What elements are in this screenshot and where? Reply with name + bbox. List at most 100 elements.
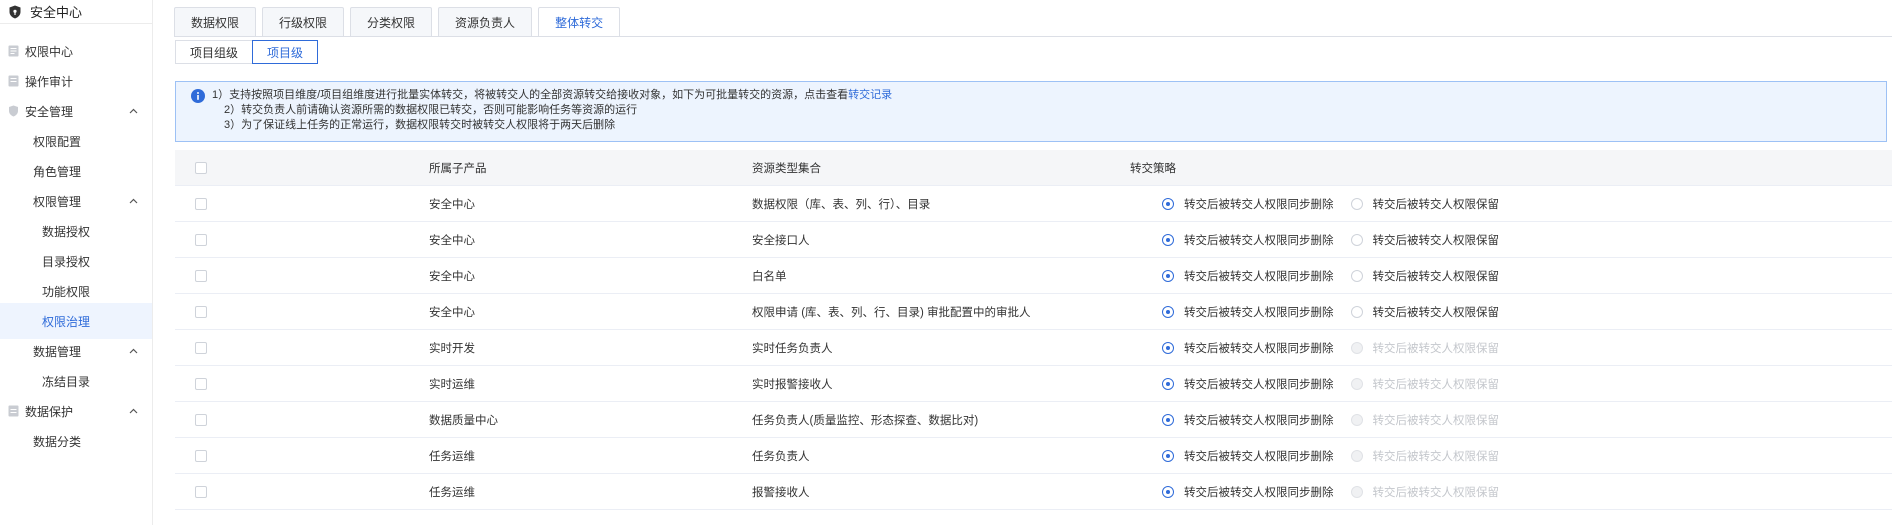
cell-resource: 白名单 xyxy=(752,270,787,283)
header-product: 所属子产品 xyxy=(429,162,487,175)
radio-label: 转交后被转交人权限同步删除 xyxy=(1184,234,1334,247)
row-checkbox[interactable] xyxy=(195,377,207,390)
header-policy: 转交策略 xyxy=(1130,162,1176,175)
radio-dot[interactable] xyxy=(1162,341,1174,354)
radio-keep: 转交后被转交人权限保留 xyxy=(1350,340,1500,356)
radio-dot[interactable] xyxy=(1162,305,1174,318)
radio-dot xyxy=(1350,377,1363,390)
policy-radio-group: 转交后被转交人权限同步删除 转交后被转交人权限保留 xyxy=(1162,232,1516,248)
tab-4[interactable]: 整体转交 xyxy=(538,7,621,37)
radio-dot[interactable] xyxy=(1350,197,1363,210)
radio-delete[interactable]: 转交后被转交人权限同步删除 xyxy=(1162,268,1334,284)
cell-resource: 权限申请 (库、表、列、行、目录) 审批配置中的审批人 xyxy=(752,306,1031,319)
security-logo-icon xyxy=(8,5,22,19)
radio-keep[interactable]: 转交后被转交人权限保留 xyxy=(1350,196,1499,212)
radio-dot xyxy=(1350,341,1363,354)
radio-delete[interactable]: 转交后被转交人权限同步删除 xyxy=(1162,340,1334,356)
radio-dot[interactable] xyxy=(1162,377,1174,390)
cell-product: 任务运维 xyxy=(429,450,475,463)
chevron-up-icon[interactable] xyxy=(128,106,138,116)
radio-label: 转交后被转交人权限保留 xyxy=(1372,270,1500,283)
radio-dot[interactable] xyxy=(1162,413,1174,426)
chevron-up-icon[interactable] xyxy=(128,196,138,206)
radio-dot[interactable] xyxy=(1162,449,1174,462)
sidebar-item-label: 数据管理 xyxy=(33,344,82,359)
sidebar-item-label: 权限治理 xyxy=(42,314,91,329)
sidebar-item-label: 冻结目录 xyxy=(42,374,91,389)
sidebar-item-label: 权限中心 xyxy=(25,44,74,59)
radio-delete[interactable]: 转交后被转交人权限同步删除 xyxy=(1162,304,1334,320)
cell-product: 安全中心 xyxy=(429,306,475,319)
radio-dot xyxy=(1350,485,1363,498)
radio-keep[interactable]: 转交后被转交人权限保留 xyxy=(1350,304,1500,320)
tab-2[interactable]: 分类权限 xyxy=(350,7,433,37)
radio-dot[interactable] xyxy=(1350,305,1363,318)
radio-keep[interactable]: 转交后被转交人权限保留 xyxy=(1350,232,1500,248)
radio-label: 转交后被转交人权限同步删除 xyxy=(1184,378,1334,391)
cell-product: 任务运维 xyxy=(429,486,475,499)
alert-line-1: 1）支持按照项目维度/项目组维度进行批量实体转交，将被转交人的全部资源转交给接收… xyxy=(212,89,893,101)
cell-resource: 任务负责人 xyxy=(752,450,810,463)
sidebar-header: 安全中心 xyxy=(0,0,152,24)
row-checkbox[interactable] xyxy=(195,305,207,318)
cell-product: 安全中心 xyxy=(429,234,475,247)
table-row: 安全中心 数据权限（库、表、列、行）、目录 转交后被转交人权限同步删除 转交后被转交人… xyxy=(175,186,1892,222)
policy-radio-group: 转交后被转交人权限同步删除 转交后被转交人权限保留 xyxy=(1162,412,1516,428)
transfer-record-link[interactable]: 转交记录 xyxy=(848,89,892,101)
cell-product: 安全中心 xyxy=(429,198,475,211)
permission-doc-icon xyxy=(7,45,19,57)
radio-label: 转交后被转交人权限保留 xyxy=(1372,414,1500,427)
radio-label: 转交后被转交人权限同步删除 xyxy=(1184,198,1334,211)
shield-icon xyxy=(7,105,19,117)
table-row: 任务运维 报警接收人 转交后被转交人权限同步删除 转交后被转交人权限保留 xyxy=(175,474,1892,510)
sidebar-title: 安全中心 xyxy=(30,5,83,20)
row-checkbox[interactable] xyxy=(195,269,207,282)
row-checkbox[interactable] xyxy=(195,197,207,210)
radio-label: 转交后被转交人权限保留 xyxy=(1372,378,1500,391)
radio-label: 转交后被转交人权限保留 xyxy=(1372,342,1500,355)
tab-bar: 数据权限 行级权限 分类权限 资源负责人 整体转交 xyxy=(174,7,626,37)
radio-delete[interactable]: 转交后被转交人权限同步删除 xyxy=(1162,232,1334,248)
sidebar-item-label: 数据保护 xyxy=(25,404,74,419)
segment-project[interactable]: 项目级 xyxy=(252,40,319,64)
sidebar-item-label: 权限配置 xyxy=(33,134,82,149)
table-row: 数据质量中心 任务负责人(质量监控、形态探查、数据比对) 转交后被转交人权限同步删除… xyxy=(175,402,1892,438)
radio-delete[interactable]: 转交后被转交人权限同步删除 xyxy=(1162,412,1334,428)
row-checkbox[interactable] xyxy=(195,449,207,462)
radio-label: 转交后被转交人权限保留 xyxy=(1372,234,1500,247)
select-all-checkbox[interactable] xyxy=(195,161,207,174)
radio-keep[interactable]: 转交后被转交人权限保留 xyxy=(1350,268,1500,284)
radio-label: 转交后被转交人权限保留 xyxy=(1372,306,1500,319)
radio-dot[interactable] xyxy=(1350,233,1363,246)
table-row: 任务运维 任务负责人 转交后被转交人权限同步删除 转交后被转交人权限保留 xyxy=(175,438,1892,474)
sidebar-item-label: 操作审计 xyxy=(25,74,74,89)
radio-delete[interactable]: 转交后被转交人权限同步删除 xyxy=(1162,196,1334,212)
radio-delete[interactable]: 转交后被转交人权限同步删除 xyxy=(1162,376,1334,392)
tab-1[interactable]: 行级权限 xyxy=(262,7,345,37)
tab-0[interactable]: 数据权限 xyxy=(174,7,257,37)
policy-radio-group: 转交后被转交人权限同步删除 转交后被转交人权限保留 xyxy=(1162,268,1516,284)
radio-dot[interactable] xyxy=(1162,233,1174,246)
row-checkbox[interactable] xyxy=(195,413,207,426)
radio-label: 转交后被转交人权限同步删除 xyxy=(1184,306,1334,319)
radio-dot[interactable] xyxy=(1162,197,1174,210)
radio-dot[interactable] xyxy=(1350,269,1363,282)
segment-project-group[interactable]: 项目组级 xyxy=(175,40,254,64)
radio-keep: 转交后被转交人权限保留 xyxy=(1350,376,1500,392)
header-resource: 资源类型集合 xyxy=(752,162,821,175)
radio-label: 转交后被转交人权限保留 xyxy=(1372,486,1500,499)
radio-delete[interactable]: 转交后被转交人权限同步删除 xyxy=(1162,484,1334,500)
chevron-up-icon[interactable] xyxy=(128,346,138,356)
sidebar-item-13[interactable]: 数据分类 xyxy=(0,423,152,459)
radio-delete[interactable]: 转交后被转交人权限同步删除 xyxy=(1162,448,1334,464)
row-checkbox[interactable] xyxy=(195,485,207,498)
radio-keep: 转交后被转交人权限保留 xyxy=(1350,484,1500,500)
radio-dot[interactable] xyxy=(1162,269,1174,282)
table-row: 安全中心 白名单 转交后被转交人权限同步删除 转交后被转交人权限保留 xyxy=(175,258,1892,294)
tab-3[interactable]: 资源负责人 xyxy=(438,7,533,37)
cell-resource: 实时任务负责人 xyxy=(752,342,833,355)
chevron-up-icon[interactable] xyxy=(128,406,138,416)
radio-dot[interactable] xyxy=(1162,485,1174,498)
row-checkbox[interactable] xyxy=(195,341,207,354)
row-checkbox[interactable] xyxy=(195,233,207,246)
